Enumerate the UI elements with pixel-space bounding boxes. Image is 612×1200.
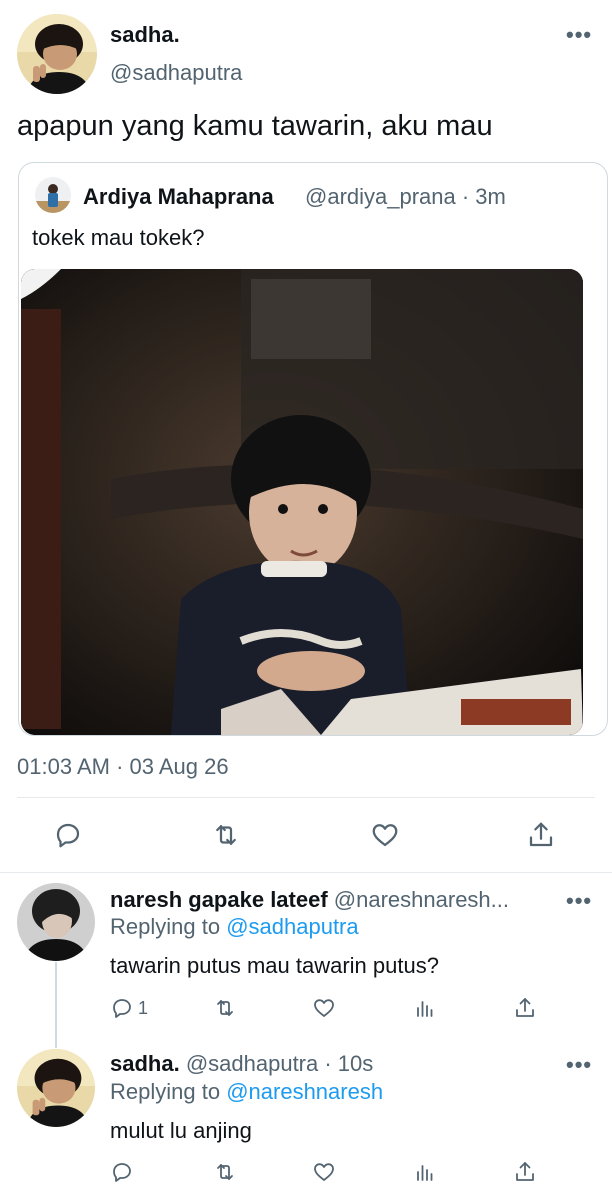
avatar[interactable]	[17, 14, 97, 94]
analytics-button[interactable]	[413, 992, 437, 1024]
retweet-button[interactable]	[213, 1156, 237, 1188]
reply-text: tawarin putus mau tawarin putus?	[110, 953, 439, 978]
like-button[interactable]	[312, 1156, 336, 1188]
quoted-avatar[interactable]	[35, 177, 71, 213]
reply-author-handle[interactable]: @nareshnaresh...	[334, 887, 509, 912]
share-icon[interactable]	[521, 815, 561, 855]
reply-count: 1	[138, 997, 149, 1018]
retweet-icon[interactable]	[213, 1160, 237, 1184]
reply-author-name-text[interactable]: sadha.	[110, 1051, 180, 1076]
reply-author-name-text[interactable]: naresh gapake lateef	[110, 887, 328, 912]
author-handle[interactable]: @sadhaputra	[110, 60, 242, 86]
retweet-icon[interactable]	[206, 815, 246, 855]
reply-icon[interactable]	[110, 1160, 134, 1184]
share-button[interactable]	[513, 992, 537, 1024]
divider	[17, 797, 595, 798]
reply-button[interactable]	[110, 1156, 134, 1188]
avatar[interactable]	[17, 883, 95, 961]
share-icon[interactable]	[513, 996, 537, 1020]
quoted-author-handle[interactable]: @ardiya_prana · 3m	[305, 184, 506, 210]
more-icon[interactable]: •••	[566, 24, 592, 46]
thread-line	[55, 962, 57, 1048]
analytics-icon[interactable]	[413, 996, 437, 1020]
quoted-tweet-text: tokek mau tokek?	[32, 225, 205, 250]
divider	[0, 872, 612, 873]
like-button[interactable]	[312, 992, 336, 1024]
like-icon[interactable]	[312, 996, 336, 1020]
reply-author-name[interactable]: naresh gapake lateef @nareshnaresh...	[110, 887, 509, 913]
author-name[interactable]: sadha.	[110, 22, 180, 48]
reply-icon[interactable]	[48, 815, 88, 855]
more-icon[interactable]: •••	[566, 890, 592, 912]
like-icon[interactable]	[312, 1160, 336, 1184]
replying-to: Replying to @sadhaputra	[110, 914, 359, 940]
avatar[interactable]	[17, 1049, 95, 1127]
reply-author-handle[interactable]: @sadhaputra · 10s	[186, 1051, 373, 1076]
quoted-author-name[interactable]: Ardiya Mahaprana	[83, 184, 274, 210]
tweet-timestamp[interactable]: 01:03 AM · 03 Aug 26	[17, 754, 229, 780]
reply-text: mulut lu anjing	[110, 1118, 252, 1143]
replying-prefix: Replying to	[110, 1079, 221, 1104]
retweet-button[interactable]	[213, 992, 237, 1024]
like-icon[interactable]	[365, 815, 405, 855]
tweet-text: apapun yang kamu tawarin, aku mau	[17, 110, 493, 142]
retweet-icon[interactable]	[213, 996, 237, 1020]
share-button[interactable]	[513, 1156, 537, 1188]
more-icon[interactable]: •••	[566, 1054, 592, 1076]
mention-link[interactable]: @sadhaputra	[226, 914, 358, 939]
replying-to: Replying to @nareshnaresh	[110, 1079, 383, 1105]
replying-prefix: Replying to	[110, 914, 221, 939]
reply-icon[interactable]	[110, 996, 134, 1020]
quoted-tweet[interactable]: Ardiya Mahaprana @ardiya_prana · 3m toke…	[18, 162, 608, 736]
quoted-photo[interactable]	[21, 269, 583, 735]
reply-button[interactable]: 1	[110, 992, 148, 1024]
mention-link[interactable]: @nareshnaresh	[226, 1079, 383, 1104]
share-icon[interactable]	[513, 1160, 537, 1184]
analytics-icon[interactable]	[413, 1160, 437, 1184]
analytics-button[interactable]	[413, 1156, 437, 1188]
reply-author-name[interactable]: sadha. @sadhaputra · 10s	[110, 1051, 373, 1077]
